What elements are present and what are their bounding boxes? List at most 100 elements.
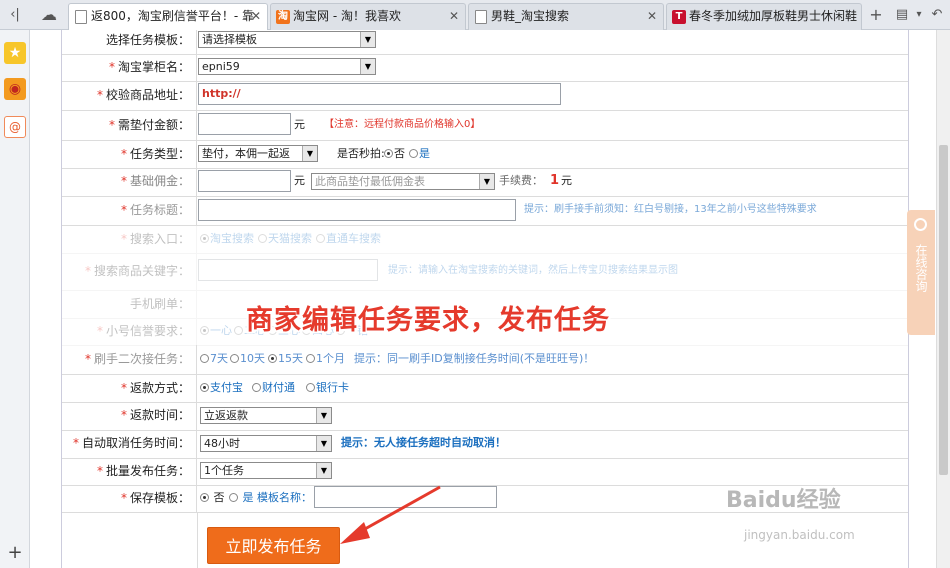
add-icon[interactable]: +	[4, 542, 26, 564]
vertical-scrollbar[interactable]	[936, 30, 950, 568]
refund-option-bank[interactable]: 银行卡	[306, 375, 349, 401]
cloud-icon[interactable]: ☁	[38, 4, 60, 26]
fee-value: 1	[550, 173, 560, 188]
scrollbar-thumb[interactable]	[939, 145, 948, 475]
task-type-select[interactable]: 垫付，本佣一起返 ▼	[198, 145, 318, 162]
auto-cancel-select[interactable]: 48小时 ▼	[200, 435, 332, 452]
row-task-type: * 任务类型： 垫付，本佣一起返 ▼ 是否秒拍: 否 是	[62, 141, 908, 169]
radio-icon	[409, 149, 418, 158]
task-title-label-text: 任务标题：	[129, 203, 190, 217]
base-commission-input[interactable]	[198, 170, 291, 192]
radio-selected-icon	[268, 354, 277, 363]
search-entry-option-tmall[interactable]: 天猫搜索	[258, 226, 312, 252]
option-text: 15天	[278, 352, 303, 365]
online-consult-label: 在线咨询	[914, 244, 928, 292]
row-base-commission: * 基础佣金： 元 此商品垫付最低佣金表 ▼ 手续费： 1 元	[62, 168, 908, 197]
base-commission-label-text: 基础佣金：	[129, 174, 190, 188]
tab-men-shoes[interactable]: 男鞋_淘宝搜索 ✕	[468, 3, 664, 30]
commission-table-select[interactable]: 此商品垫付最低佣金表 ▼	[311, 173, 495, 190]
refund-time-label: * 返款时间：	[62, 402, 197, 430]
task-title-input[interactable]	[198, 199, 516, 221]
refund-time-select[interactable]: 立返返款 ▼	[200, 407, 332, 424]
refund-time-label-text: 返款时间：	[129, 408, 190, 422]
advance-amount-label: * 需垫付金额：	[62, 111, 197, 140]
mail-at-icon[interactable]: @	[4, 116, 26, 138]
flash-buy-label: 是否秒拍:	[337, 147, 385, 160]
search-entry-option-taobao[interactable]: 淘宝搜索	[200, 226, 254, 252]
search-keywords-input[interactable]	[198, 259, 378, 281]
tab-label: 男鞋_淘宝搜索	[491, 9, 570, 23]
browser-tab-bar: ‹| ☁ 返800，淘宝刷信誉平台！- 靠 ✕ 淘 淘宝网 - 淘！我喜欢 ✕ …	[0, 0, 950, 31]
auto-cancel-label: * 自动取消任务时间：	[62, 430, 197, 458]
save-yes-text: 是	[242, 491, 254, 504]
radio-icon	[258, 234, 267, 243]
advance-amount-input[interactable]	[198, 113, 291, 135]
flash-buy-yes-option[interactable]: 是	[409, 141, 430, 167]
tab-label: 返800，淘宝刷信誉平台！- 靠	[91, 9, 255, 23]
row-template: 选择任务模板： 请选择模板 ▼	[62, 30, 908, 55]
chevron-down-icon: ▼	[479, 174, 494, 189]
row-refund-method: * 返款方式： 支付宝 财付通 银行卡	[62, 375, 908, 403]
account-level-label-text: 小号信誉要求：	[105, 324, 190, 338]
document-icon	[75, 10, 87, 24]
chevron-down-icon: ▼	[316, 436, 331, 451]
radio-icon	[252, 383, 261, 392]
publish-task-button[interactable]: 立即发布任务	[207, 527, 340, 564]
close-icon[interactable]: ✕	[251, 4, 261, 29]
undo-icon[interactable]: ↶	[926, 4, 948, 26]
tab-taobao[interactable]: 淘 淘宝网 - 淘！我喜欢 ✕	[270, 3, 466, 30]
radio-icon	[230, 354, 239, 363]
row-shopkeeper: * 淘宝掌柜名： epni59 ▼	[62, 54, 908, 82]
close-icon[interactable]: ✕	[449, 4, 459, 29]
shopkeeper-select[interactable]: epni59 ▼	[198, 58, 376, 75]
option-text: 财付通	[262, 381, 295, 394]
new-tab-icon[interactable]: +	[865, 4, 887, 26]
chevron-down-icon: ▼	[302, 146, 317, 161]
baidu-watermark: Baidu经验	[726, 488, 841, 513]
template-select[interactable]: 请选择模板 ▼	[198, 31, 376, 48]
product-url-input[interactable]: http://	[198, 83, 561, 105]
repeat-option-15d[interactable]: 15天	[268, 346, 303, 372]
radio-selected-icon	[200, 326, 209, 335]
save-template-no-option[interactable]: 否	[200, 485, 225, 511]
search-entry-label: * 搜索入口：	[62, 226, 197, 253]
repeat-option-1m[interactable]: 1个月	[306, 346, 345, 372]
tab-fan800[interactable]: 返800，淘宝刷信誉平台！- 靠 ✕	[68, 3, 268, 31]
radio-icon	[316, 234, 325, 243]
close-icon[interactable]: ✕	[647, 4, 657, 29]
tab-tmall-shoes[interactable]: T 春冬季加绒加厚板鞋男士休闲鞋	[666, 3, 862, 30]
radio-icon	[200, 354, 209, 363]
row-advance-amount: * 需垫付金额： 元 【注意：远程付款商品价格输入0】	[62, 111, 908, 141]
repeat-option-10d[interactable]: 10天	[230, 346, 265, 372]
chevron-down-icon: ▼	[360, 32, 375, 47]
flash-buy-no-option[interactable]: 否	[384, 141, 405, 167]
refund-option-tenpay[interactable]: 财付通	[252, 375, 295, 401]
back-icon[interactable]: ‹|	[4, 4, 26, 26]
online-consult-tab[interactable]: 在线咨询	[907, 210, 935, 335]
batch-publish-label-text: 批量发布任务：	[105, 464, 190, 478]
repeat-option-7d[interactable]: 7天	[200, 346, 228, 372]
batch-publish-label: * 批量发布任务：	[62, 458, 197, 485]
favorites-star-icon[interactable]: ★	[4, 42, 26, 64]
row-task-title: * 任务标题： 提示：刷手接手前须知：红白号剔接，13年之前小号这些特殊要求	[62, 197, 908, 226]
level-option-1[interactable]: 一心	[200, 318, 232, 344]
batch-publish-select[interactable]: 1个任务 ▼	[200, 462, 332, 479]
search-keywords-label: * 搜索商品关键字：	[62, 253, 197, 290]
repeat-accept-hint: 提示：同一刷手ID复制接任务时间(不是旺旺号)！	[354, 352, 595, 365]
save-template-label: * 保存模板：	[62, 485, 197, 512]
option-text: 1个月	[316, 352, 345, 365]
refund-method-label-text: 返款方式：	[129, 381, 190, 395]
option-text: 一心	[210, 324, 232, 337]
auto-cancel-value: 48小时	[204, 437, 240, 450]
save-template-yes-option[interactable]: 是	[229, 485, 254, 511]
refund-option-alipay[interactable]: 支付宝	[200, 375, 243, 401]
template-label: 选择任务模板：	[62, 30, 197, 54]
chevron-down-icon: ▼	[316, 408, 331, 423]
radio-icon	[234, 326, 243, 335]
weibo-icon[interactable]: ◉	[4, 78, 26, 100]
product-url-label-text: 校验商品地址：	[105, 88, 190, 102]
chevron-down-icon: ▼	[316, 463, 331, 478]
search-entry-option-ztc[interactable]: 直通车搜索	[316, 226, 381, 252]
search-entry-label-text: 搜索入口：	[129, 232, 190, 246]
task-title-label: * 任务标题：	[62, 197, 197, 225]
